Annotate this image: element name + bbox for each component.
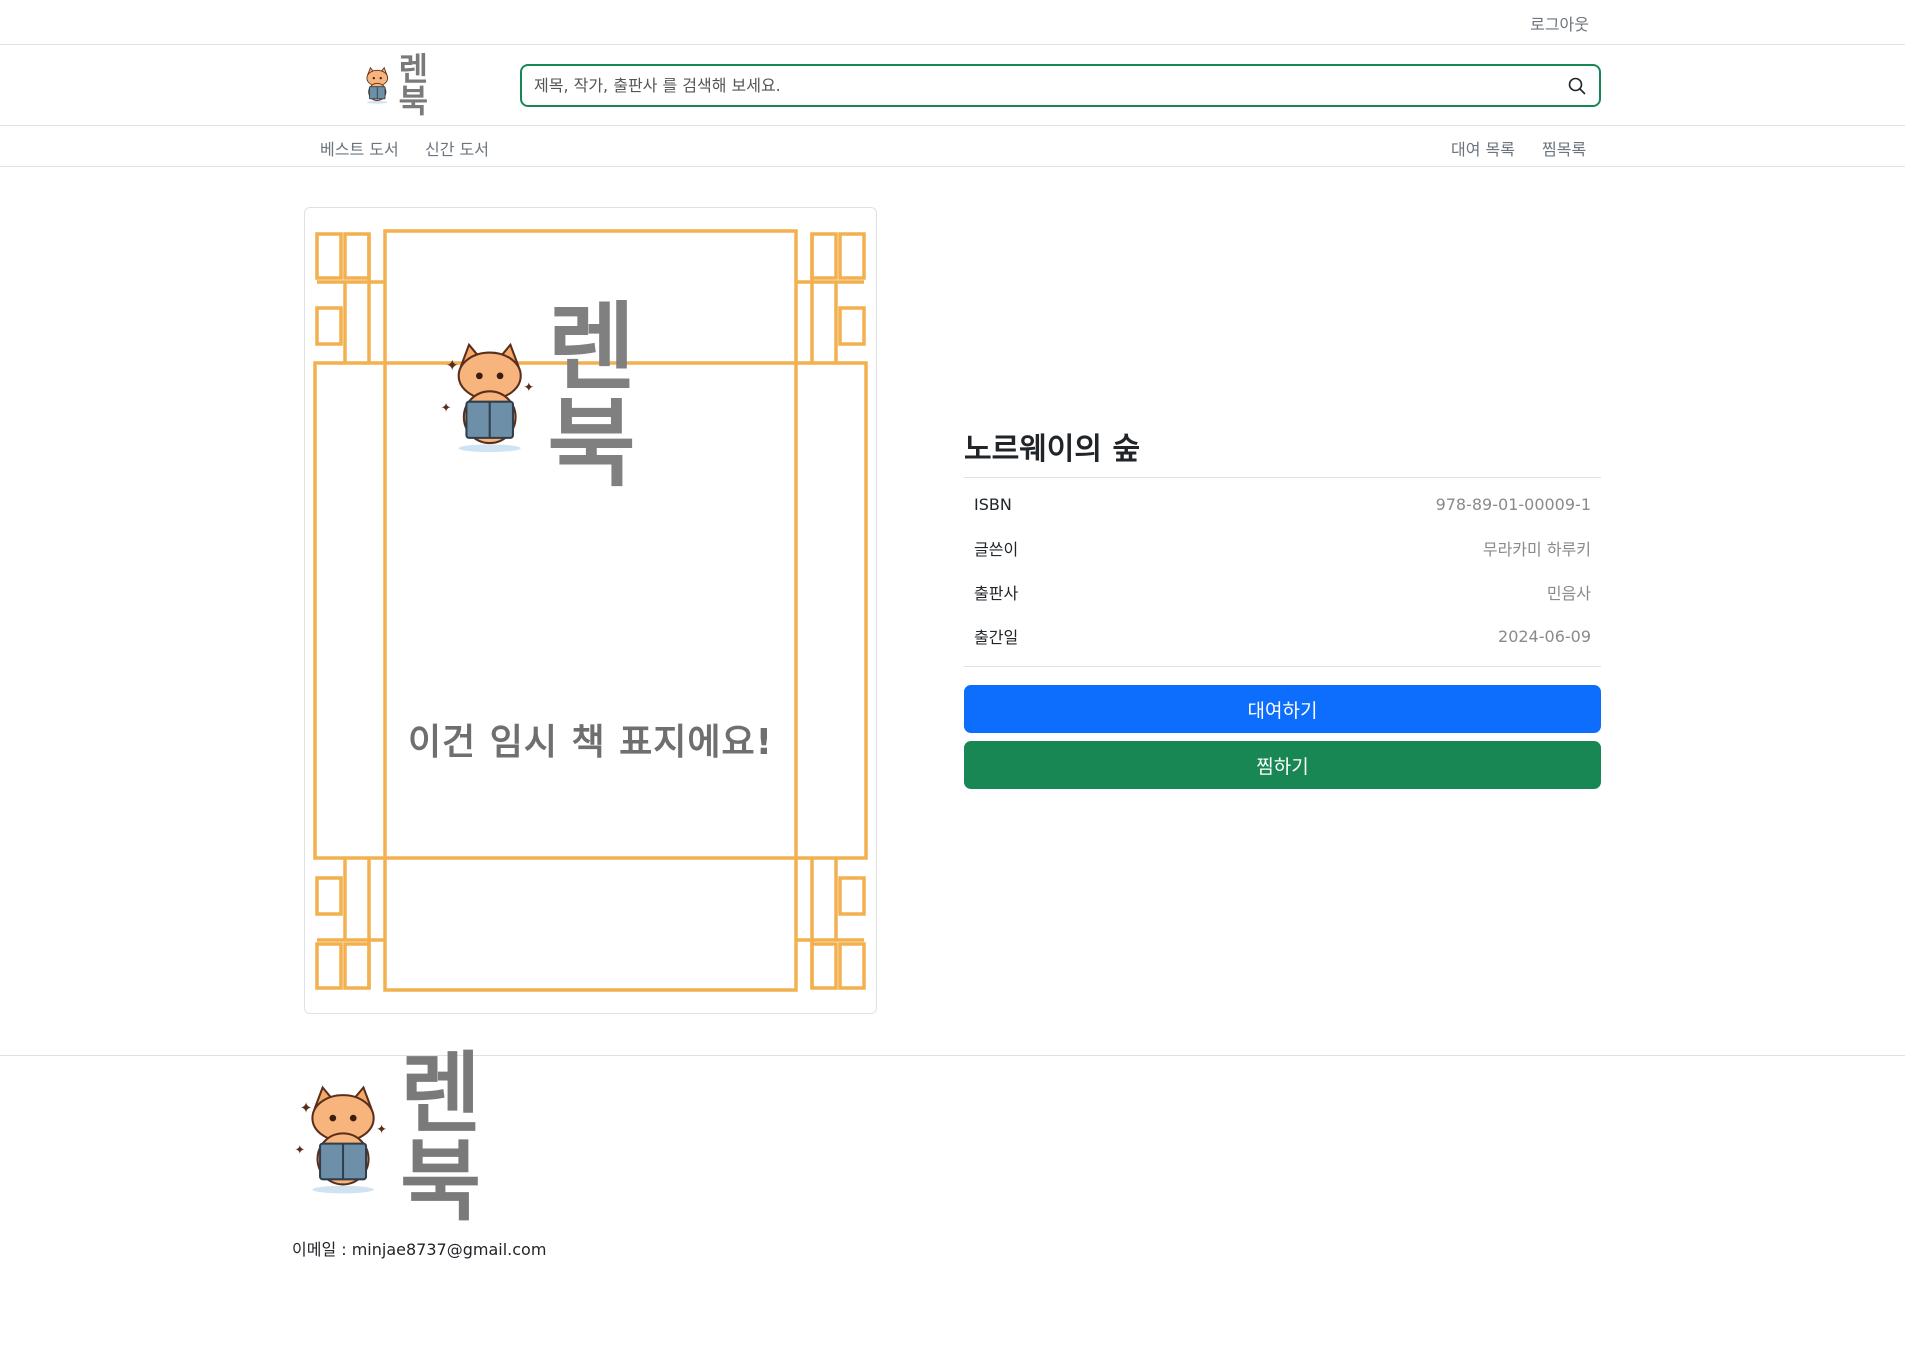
nav-new-books[interactable]: 신간 도서 [425, 136, 489, 160]
footer-logo: ✦ ✦ ✦ 렌 북 [292, 1050, 592, 1226]
detail-value: 2024-06-09 [1498, 626, 1591, 646]
svg-text:✦: ✦ [523, 380, 534, 395]
cat-mascot-icon: ✦ ✦ ✦ [295, 1084, 387, 1193]
detail-value: 무라카미 하루키 [1482, 540, 1591, 559]
page: 로그아웃 렌 북 제목, 작가, 출판사 를 검색해 보세요. 베스트 도서 신… [0, 0, 1905, 1355]
cover-logo-text: 렌 북 [547, 292, 642, 500]
cover-logo: ✦ ✦ ✦ 렌 북 [438, 300, 758, 492]
book-cover: ✦ ✦ ✦ 렌 북 이건 임시 책 표지에요! [304, 207, 877, 1014]
detail-label: ISBN [974, 494, 1012, 514]
wishlist-button[interactable]: 찜하기 [964, 741, 1601, 789]
detail-row-author: 글쓴이 무라카미 하루키 [964, 526, 1601, 570]
cat-mascot-icon [366, 66, 389, 104]
cat-mascot-icon: ✦ ✦ ✦ [441, 342, 534, 452]
svg-text:✦: ✦ [300, 1098, 313, 1116]
rent-button[interactable]: 대여하기 [964, 685, 1601, 733]
site-footer: ✦ ✦ ✦ 렌 북 이메일 : minjae8737@gmail.com [0, 1050, 1905, 1355]
detail-label: 출판사 [974, 584, 1019, 603]
svg-text:✦: ✦ [376, 1122, 387, 1137]
nav-wishlist[interactable]: 찜목록 [1542, 136, 1586, 160]
category-nav: 베스트 도서 신간 도서 대여 목록 찜목록 [0, 126, 1905, 167]
book-details-table: ISBN 978-89-01-00009-1 글쓴이 무라카미 하루키 출판사 … [964, 478, 1601, 667]
detail-value: 민음사 [1546, 584, 1591, 603]
detail-value: 978-89-01-00009-1 [1435, 494, 1591, 514]
brand-text: 렌 북 [398, 50, 430, 120]
nav-best-books[interactable]: 베스트 도서 [320, 136, 399, 160]
book-title: 노르웨이의 숲 [964, 428, 1601, 478]
cover-caption: 이건 임시 책 표지에요! [407, 722, 774, 763]
logout-link[interactable]: 로그아웃 [1530, 11, 1589, 35]
brand-logo[interactable]: 렌 북 [360, 53, 465, 117]
top-utility-bar: 로그아웃 [0, 0, 1905, 45]
detail-row-publisher: 출판사 민음사 [964, 570, 1601, 614]
search-input[interactable] [534, 66, 1544, 105]
search-bar [520, 64, 1601, 107]
svg-text:✦: ✦ [295, 1142, 306, 1157]
svg-text:✦: ✦ [446, 356, 459, 374]
book-info: 노르웨이의 숲 ISBN 978-89-01-00009-1 글쓴이 무라카미 … [964, 428, 1601, 667]
footer-email: 이메일 : minjae8737@gmail.com [292, 1240, 547, 1259]
search-icon [1568, 77, 1586, 95]
detail-row-isbn: ISBN 978-89-01-00009-1 [964, 482, 1601, 526]
detail-row-publish-date: 출간일 2024-06-09 [964, 614, 1601, 658]
footer-logo-text: 렌 북 [400, 1042, 488, 1233]
detail-label: 글쓴이 [974, 540, 1019, 559]
site-header: 렌 북 [0, 45, 1905, 126]
search-button[interactable] [1563, 72, 1591, 100]
svg-text:✦: ✦ [441, 401, 452, 416]
nav-rental-list[interactable]: 대여 목록 [1451, 136, 1515, 160]
detail-label: 출간일 [974, 628, 1019, 647]
